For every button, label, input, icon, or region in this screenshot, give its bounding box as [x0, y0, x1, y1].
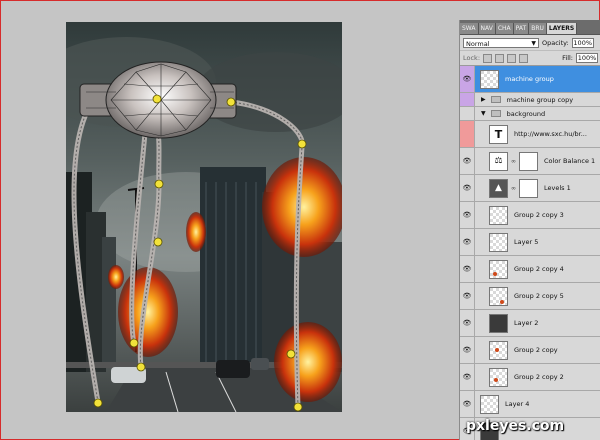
layer-thumbnail — [489, 367, 508, 387]
visibility-eye-icon[interactable]: 👁 — [460, 148, 475, 174]
layer-name: Levels 1 — [544, 184, 571, 192]
layer-row[interactable]: 👁 machine group — [460, 66, 600, 93]
layer-thumbnail — [489, 313, 508, 333]
layer-name: Layer 2 — [514, 319, 539, 327]
folder-icon — [490, 110, 501, 117]
visibility-eye-icon[interactable]: 👁 — [460, 175, 475, 201]
dropdown-arrow-icon: ▼ — [531, 39, 536, 47]
tab-layers[interactable]: LAYERS — [546, 23, 578, 34]
text-layer-icon: T — [489, 124, 508, 144]
layer-name: Group 2 copy — [514, 346, 558, 354]
canvas-artwork — [66, 22, 342, 412]
folder-icon — [490, 96, 501, 103]
layer-thumbnail — [480, 394, 499, 414]
layer-name: Color Balance 1 — [544, 157, 596, 165]
layer-name: machine group copy — [506, 95, 574, 104]
opacity-label: Opacity: — [542, 38, 569, 47]
expand-triangle-icon[interactable]: ▶ — [481, 96, 486, 103]
lock-transparent-icon[interactable] — [483, 53, 493, 63]
layer-name: Layer 5 — [514, 238, 539, 246]
layer-thumbnail — [489, 232, 508, 252]
layer-row[interactable]: 👁 Layer 2 — [460, 310, 600, 337]
panel-tab-bar: SWA NAV CHA PAT BRU LAYERS — [460, 20, 600, 35]
layer-thumbnail — [489, 340, 508, 360]
layer-name: background — [506, 109, 546, 118]
layer-name: Group 2 copy 5 — [514, 292, 564, 300]
visibility-eye-icon[interactable]: 👁 — [460, 364, 475, 390]
tab-navigator[interactable]: NAV — [478, 23, 496, 34]
visibility-eye-icon[interactable]: 👁 — [460, 310, 475, 336]
layer-row[interactable]: 👁 Group 2 copy 5 — [460, 283, 600, 310]
layers-panel: SWA NAV CHA PAT BRU LAYERS Normal ▼ Opac… — [459, 20, 600, 440]
link-chain-icon: ∞ — [511, 157, 516, 165]
layer-thumbnail — [480, 69, 499, 89]
layer-row[interactable]: 👁 Group 2 copy — [460, 337, 600, 364]
visibility-eye-icon[interactable]: 👁 — [460, 337, 475, 363]
layer-name: Group 2 copy 4 — [514, 265, 564, 273]
visibility-toggle-icon[interactable] — [460, 107, 475, 120]
lock-all-icon[interactable] — [519, 53, 529, 63]
visibility-eye-icon[interactable]: 👁 — [460, 283, 475, 309]
layer-row[interactable]: T http://www.sxc.hu/br... — [460, 121, 600, 148]
layer-thumbnail — [489, 205, 508, 225]
lock-image-icon[interactable] — [495, 53, 505, 63]
visibility-eye-icon[interactable]: 👁 — [460, 256, 475, 282]
layer-mask-thumbnail — [519, 151, 538, 171]
fill-label: Fill: — [562, 54, 573, 62]
lock-fill-row: Lock: Fill: 100% — [460, 51, 600, 66]
tab-paths[interactable]: PAT — [513, 23, 530, 34]
tab-brushes[interactable]: BRU — [529, 23, 547, 34]
blend-opacity-row: Normal ▼ Opacity: 100% — [460, 35, 600, 51]
visibility-eye-icon[interactable]: 👁 — [460, 391, 475, 417]
lock-position-icon[interactable] — [507, 53, 517, 63]
layer-group-row[interactable]: ▼ background — [460, 107, 600, 121]
scale-icon: ⚖ — [489, 151, 508, 171]
layer-name: Group 2 copy 3 — [514, 211, 564, 219]
collapse-triangle-icon[interactable]: ▼ — [481, 110, 486, 117]
layer-row[interactable]: 👁 Group 2 copy 3 — [460, 202, 600, 229]
layer-row[interactable]: 👁 ▲ ∞ Levels 1 — [460, 175, 600, 202]
visibility-eye-icon[interactable]: 👁 — [460, 202, 475, 228]
layer-name: Layer 4 — [505, 400, 530, 408]
layer-name: Group 2 copy 2 — [514, 373, 564, 381]
watermark-logo: pxleyes.com — [466, 418, 565, 434]
layer-group-row[interactable]: ▶ machine group copy — [460, 93, 600, 107]
link-chain-icon: ∞ — [511, 184, 516, 192]
layer-mask-thumbnail — [519, 178, 538, 198]
layer-row[interactable]: 👁 Layer 5 — [460, 229, 600, 256]
visibility-toggle-icon[interactable] — [460, 121, 475, 147]
visibility-toggle-icon[interactable] — [460, 93, 475, 106]
fill-field[interactable]: 100% — [576, 53, 598, 63]
blend-mode-value: Normal — [466, 39, 490, 48]
visibility-eye-icon[interactable]: 👁 — [460, 229, 475, 255]
layer-row[interactable]: 👁 Group 2 copy 2 — [460, 364, 600, 391]
blend-mode-select[interactable]: Normal ▼ — [463, 37, 539, 48]
lock-label: Lock: — [463, 54, 481, 62]
visibility-eye-icon[interactable]: 👁 — [460, 66, 475, 92]
layer-name: http://www.sxc.hu/br... — [514, 130, 587, 138]
layer-thumbnail — [489, 259, 508, 279]
layer-thumbnail — [489, 286, 508, 306]
tab-swatches[interactable]: SWA — [460, 23, 479, 34]
layer-row[interactable]: 👁 Group 2 copy 4 — [460, 256, 600, 283]
layer-name: machine group — [505, 75, 554, 83]
layer-row[interactable]: 👁 ⚖ ∞ Color Balance 1 — [460, 148, 600, 175]
opacity-field[interactable]: 100% — [571, 37, 594, 48]
layer-row[interactable]: 👁 Layer 4 — [460, 391, 600, 418]
levels-icon: ▲ — [489, 178, 508, 198]
tab-character[interactable]: CHA — [495, 23, 514, 34]
document-canvas[interactable] — [66, 22, 342, 412]
